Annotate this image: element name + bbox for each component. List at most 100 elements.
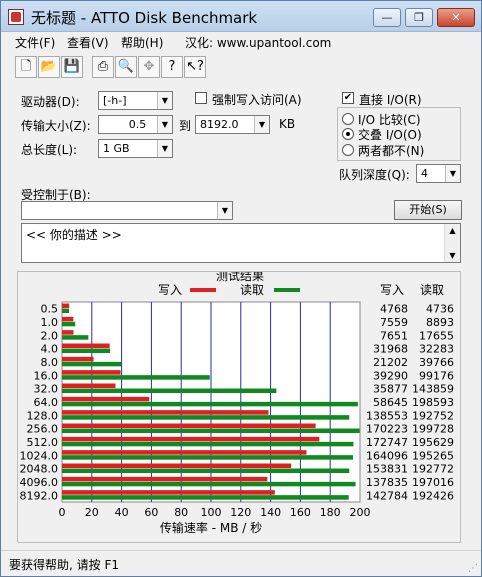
y-tick-label: 16.0 xyxy=(34,369,59,382)
menu-file[interactable]: 文件(F) xyxy=(15,34,55,51)
y-tick-label: 64.0 xyxy=(34,396,59,409)
overlapped-io-radio[interactable] xyxy=(342,128,354,140)
y-tick-label: 1.0 xyxy=(41,316,59,329)
x-tick-label: 120 xyxy=(230,506,251,519)
chevron-down-icon[interactable]: ▼ xyxy=(445,251,460,260)
x-tick-label: 140 xyxy=(260,506,281,519)
y-tick-label: 512.0 xyxy=(27,436,59,449)
write-value: 170223 xyxy=(366,423,408,436)
description-textarea[interactable]: << 你的描述 >> ▲ ▼ xyxy=(21,223,461,263)
chevron-down-icon[interactable]: ▼ xyxy=(254,116,269,133)
direct-io-checkbox[interactable]: ✔ xyxy=(342,92,354,104)
bar-write xyxy=(62,396,150,402)
chevron-up-icon[interactable]: ▲ xyxy=(445,226,460,235)
total-length-value: 1 GB xyxy=(103,142,130,155)
bar-read xyxy=(62,335,89,340)
bar-write xyxy=(62,410,269,415)
force-write-checkbox[interactable] xyxy=(195,92,207,104)
x-tick-label: 200 xyxy=(350,506,371,519)
y-tick-label: 4.0 xyxy=(41,343,59,356)
save-icon[interactable]: 💾 xyxy=(61,56,83,78)
help-icon[interactable]: ? xyxy=(161,56,183,78)
bar-write xyxy=(62,356,94,362)
y-tick-label: 0.5 xyxy=(41,303,59,316)
context-help-icon[interactable]: ↖? xyxy=(184,56,206,78)
bar-write xyxy=(62,316,74,322)
y-tick-label: 8192.0 xyxy=(20,489,59,502)
y-tick-label: 2.0 xyxy=(41,329,59,342)
menu-help[interactable]: 帮助(H) xyxy=(121,34,163,51)
transfer-from-select[interactable]: 0.5 ▼ xyxy=(98,115,173,134)
results-panel: 测试结果 写入 读取 写入 读取 0 20 40 60 80 100 120 140 160 180 200 传… xyxy=(17,268,461,543)
bar-read xyxy=(62,375,210,380)
close-button[interactable]: ✕ xyxy=(437,8,475,27)
start-button[interactable]: 开始(S) xyxy=(394,200,462,220)
read-value: 32283 xyxy=(419,343,454,356)
menu-localization[interactable]: 汉化: www.upantool.com xyxy=(185,34,331,51)
io-compare-radio[interactable] xyxy=(342,113,354,125)
y-tick-label: 8.0 xyxy=(41,356,59,369)
chevron-down-icon[interactable]: ▼ xyxy=(445,165,460,182)
read-value: 143859 xyxy=(412,383,454,396)
write-value: 4768 xyxy=(380,303,408,316)
bar-read xyxy=(62,321,76,327)
transfer-to-select[interactable]: 8192.0 ▼ xyxy=(195,115,270,134)
bar-write xyxy=(62,330,74,335)
chevron-down-icon[interactable]: ▼ xyxy=(157,116,172,133)
bar-read xyxy=(62,308,70,313)
bar-read xyxy=(62,441,354,447)
bar-read xyxy=(62,481,356,487)
description-scrollbar[interactable]: ▲ ▼ xyxy=(444,224,460,262)
app-icon[interactable] xyxy=(8,9,24,25)
x-tick-label: 160 xyxy=(290,506,311,519)
bar-read xyxy=(62,428,360,433)
chevron-down-icon[interactable]: ▼ xyxy=(157,92,172,109)
status-bar: 要获得帮助, 请按 F1 ⋰ xyxy=(1,550,481,576)
minimize-button[interactable]: — xyxy=(373,8,401,27)
controlled-by-select[interactable]: ▼ xyxy=(21,201,233,220)
chevron-down-icon[interactable]: ▼ xyxy=(157,140,172,157)
title-bar[interactable]: 无标题 - ATTO Disk Benchmark — ❐ ✕ xyxy=(1,1,481,32)
bar-read xyxy=(62,468,350,473)
bar-read xyxy=(62,455,353,460)
transfer-to-value: 8192.0 xyxy=(200,118,239,131)
read-value: 8893 xyxy=(426,316,454,329)
bar-write xyxy=(62,450,307,455)
menu-view[interactable]: 查看(V) xyxy=(67,34,109,51)
bar-read xyxy=(62,495,349,500)
read-value: 39766 xyxy=(419,356,454,369)
y-tick-label: 1024.0 xyxy=(20,449,59,462)
print-icon[interactable]: ⎙ xyxy=(92,56,114,78)
bar-write xyxy=(62,476,268,482)
write-value: 142784 xyxy=(366,489,408,502)
total-length-select[interactable]: 1 GB ▼ xyxy=(98,139,173,158)
write-value: 21202 xyxy=(373,356,408,369)
total-length-label: 总长度(L): xyxy=(21,143,78,157)
read-value: 195265 xyxy=(412,449,454,462)
window-title: 无标题 - ATTO Disk Benchmark xyxy=(31,9,258,27)
write-value: 58645 xyxy=(373,396,408,409)
open-icon[interactable]: 📂 xyxy=(38,56,60,78)
maximize-button[interactable]: ❐ xyxy=(405,8,433,27)
bar-read xyxy=(62,388,277,393)
bar-read xyxy=(62,401,358,407)
x-tick-label: 40 xyxy=(115,506,129,519)
queue-depth-select[interactable]: 4 ▼ xyxy=(416,164,461,183)
new-icon[interactable]: 🗋 xyxy=(15,56,37,78)
results-chart: 测试结果写入 读取 写入 读取 0 20 40 60 80 100 120 140 160 180 200 传… xyxy=(20,268,455,535)
read-column-header: 读取 xyxy=(420,283,444,297)
print-preview-icon[interactable]: 🔍 xyxy=(115,56,137,78)
write-value: 7651 xyxy=(380,329,408,342)
write-value: 164096 xyxy=(366,449,408,462)
app-window: 无标题 - ATTO Disk Benchmark — ❐ ✕ 文件(F) 查看… xyxy=(0,0,482,577)
resize-grip-icon[interactable]: ⋰ xyxy=(468,563,478,574)
y-tick-label: 4096.0 xyxy=(20,476,59,489)
write-value: 153831 xyxy=(366,463,408,476)
neither-radio[interactable] xyxy=(342,144,354,156)
move-icon[interactable]: ✥ xyxy=(138,56,160,78)
drive-select[interactable]: [-h-] ▼ xyxy=(98,91,173,110)
chevron-down-icon[interactable]: ▼ xyxy=(217,202,232,219)
drive-value: [-h-] xyxy=(103,94,127,107)
bar-write xyxy=(62,370,121,375)
menu-bar: 文件(F) 查看(V) 帮助(H) 汉化: www.upantool.com xyxy=(1,32,481,52)
